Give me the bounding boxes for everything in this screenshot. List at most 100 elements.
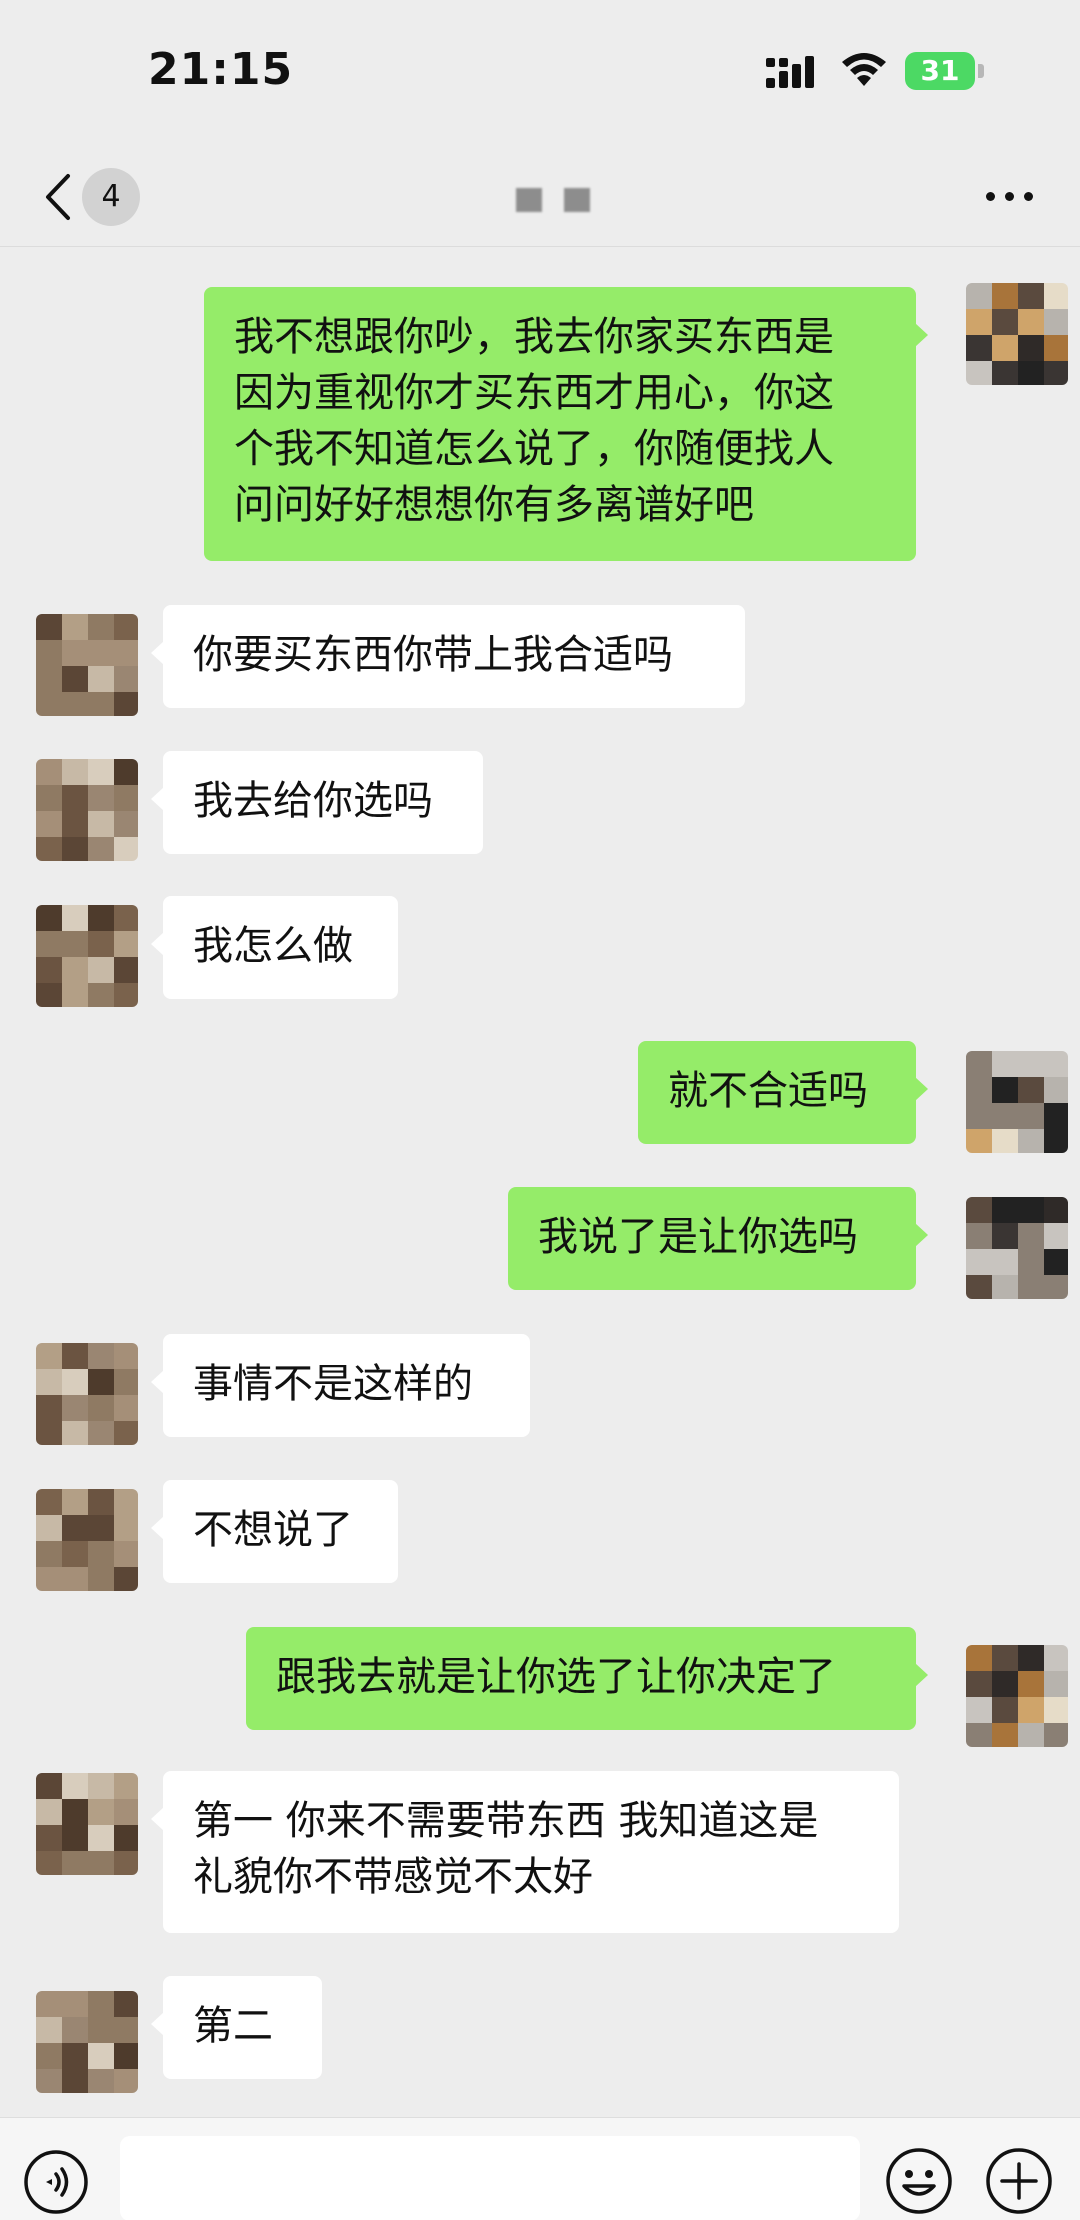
- avatar-mosaic-tile: [62, 692, 88, 716]
- avatar-mosaic-tile: [88, 2069, 114, 2093]
- avatar-mosaic-tile: [114, 837, 138, 861]
- avatar-mosaic-tile: [966, 309, 992, 335]
- my-avatar[interactable]: [966, 283, 1068, 385]
- avatar-mosaic-tile: [62, 1343, 88, 1369]
- avatar-mosaic-tile: [966, 1275, 992, 1299]
- avatar-mosaic-tile: [114, 1825, 138, 1851]
- avatar-mosaic-tile: [88, 2017, 114, 2043]
- avatar-mosaic-tile: [114, 1395, 138, 1421]
- emoji-icon[interactable]: [884, 2146, 954, 2216]
- avatar-mosaic-tile: [992, 1077, 1018, 1103]
- avatar-mosaic-tile: [36, 1851, 62, 1875]
- avatar-mosaic-tile: [36, 811, 62, 837]
- avatar-mosaic-tile: [1018, 1723, 1044, 1747]
- incoming-message[interactable]: 事情不是这样的: [151, 1334, 530, 1437]
- add-icon[interactable]: [984, 2146, 1054, 2216]
- avatar-mosaic-tile: [1044, 1077, 1068, 1103]
- avatar-mosaic-tile: [1044, 1645, 1068, 1671]
- avatar-mosaic-tile: [966, 1103, 992, 1129]
- avatar-mosaic-tile: [62, 2069, 88, 2093]
- avatar-mosaic-tile: [88, 957, 114, 983]
- avatar-mosaic-tile: [1044, 1697, 1068, 1723]
- avatar-mosaic-tile: [114, 931, 138, 957]
- avatar-mosaic-tile: [1018, 309, 1044, 335]
- avatar-mosaic-tile: [62, 640, 88, 666]
- status-time: 21:15: [148, 44, 294, 95]
- my-avatar[interactable]: [966, 1645, 1068, 1747]
- avatar-mosaic-tile: [36, 837, 62, 861]
- avatar-mosaic-tile: [1044, 361, 1068, 385]
- avatar-mosaic-tile: [36, 1541, 62, 1567]
- incoming-message[interactable]: 第一 你来不需要带东西 我知道这是 礼貌你不带感觉不太好: [151, 1771, 899, 1933]
- my-avatar[interactable]: [966, 1051, 1068, 1153]
- contact-avatar[interactable]: [36, 1991, 138, 2093]
- avatar-mosaic-tile: [36, 1515, 62, 1541]
- incoming-message[interactable]: 你要买东西你带上我合适吗: [151, 605, 745, 708]
- avatar-mosaic-tile: [114, 640, 138, 666]
- avatar-mosaic-tile: [36, 1395, 62, 1421]
- avatar-mosaic-tile: [992, 1275, 1018, 1299]
- avatar-mosaic-tile: [1018, 1249, 1044, 1275]
- voice-icon[interactable]: [22, 2148, 90, 2216]
- avatar-mosaic-tile: [1018, 335, 1044, 361]
- avatar-mosaic-tile: [114, 905, 138, 931]
- avatar-mosaic-tile: [62, 785, 88, 811]
- avatar-mosaic-tile: [966, 1645, 992, 1671]
- avatar-mosaic-tile: [62, 1421, 88, 1445]
- avatar-mosaic-tile: [114, 1343, 138, 1369]
- avatar-mosaic-tile: [1044, 283, 1068, 309]
- avatar-mosaic-tile: [36, 785, 62, 811]
- outgoing-message[interactable]: 我说了是让你选吗: [508, 1187, 928, 1290]
- contact-avatar[interactable]: [36, 1489, 138, 1591]
- avatar-mosaic-tile: [114, 1541, 138, 1567]
- avatar-mosaic-tile: [88, 1851, 114, 1875]
- more-button[interactable]: [980, 176, 1040, 216]
- avatar-mosaic-tile: [36, 692, 62, 716]
- contact-avatar[interactable]: [36, 614, 138, 716]
- avatar-mosaic-tile: [36, 640, 62, 666]
- avatar-mosaic-tile: [966, 1077, 992, 1103]
- my-avatar[interactable]: [966, 1197, 1068, 1299]
- avatar-mosaic-tile: [36, 1825, 62, 1851]
- incoming-message[interactable]: 我怎么做: [151, 896, 398, 999]
- avatar-mosaic-tile: [1044, 1275, 1068, 1299]
- avatar-mosaic-tile: [88, 614, 114, 640]
- message-list[interactable]: 我不想跟你吵，我去你家买东西是 因为重视你才买东西才用心，你这 个我不知道怎么说…: [0, 247, 1080, 2117]
- avatar-mosaic-tile: [1044, 1129, 1068, 1153]
- avatar-mosaic-tile: [62, 1567, 88, 1591]
- avatar-mosaic-tile: [36, 931, 62, 957]
- incoming-message[interactable]: 我去给你选吗: [151, 751, 483, 854]
- back-button[interactable]: 4: [36, 162, 146, 232]
- avatar-mosaic-tile: [36, 1369, 62, 1395]
- avatar-mosaic-tile: [62, 759, 88, 785]
- avatar-mosaic-tile: [88, 931, 114, 957]
- avatar-mosaic-tile: [88, 666, 114, 692]
- outgoing-message[interactable]: 跟我去就是让你选了让你决定了: [246, 1627, 928, 1730]
- title-redaction-block: [564, 188, 590, 212]
- incoming-message[interactable]: 不想说了: [151, 1480, 398, 1583]
- outgoing-message[interactable]: 就不合适吗: [638, 1041, 928, 1144]
- avatar-mosaic-tile: [1018, 1051, 1044, 1077]
- contact-avatar[interactable]: [36, 905, 138, 1007]
- avatar-mosaic-tile: [62, 931, 88, 957]
- message-input[interactable]: [120, 2136, 860, 2220]
- avatar-mosaic-tile: [36, 2043, 62, 2069]
- back-chevron-icon: [46, 174, 70, 220]
- status-bar: 21:15 31: [0, 0, 1080, 150]
- contact-avatar[interactable]: [36, 1343, 138, 1445]
- avatar-mosaic-tile: [1018, 1223, 1044, 1249]
- avatar-mosaic-tile: [62, 1773, 88, 1799]
- avatar-mosaic-tile: [992, 1223, 1018, 1249]
- outgoing-message[interactable]: 我不想跟你吵，我去你家买东西是 因为重视你才买东西才用心，你这 个我不知道怎么说…: [204, 287, 928, 561]
- incoming-message[interactable]: 第二: [151, 1976, 322, 2079]
- avatar-mosaic-tile: [62, 1489, 88, 1515]
- avatar-mosaic-tile: [88, 759, 114, 785]
- avatar-mosaic-tile: [966, 1723, 992, 1747]
- avatar-mosaic-tile: [114, 1515, 138, 1541]
- contact-avatar[interactable]: [36, 759, 138, 861]
- contact-avatar[interactable]: [36, 1773, 138, 1875]
- avatar-mosaic-tile: [114, 2017, 138, 2043]
- avatar-mosaic-tile: [992, 1645, 1018, 1671]
- avatar-mosaic-tile: [1044, 1051, 1068, 1077]
- avatar-mosaic-tile: [62, 957, 88, 983]
